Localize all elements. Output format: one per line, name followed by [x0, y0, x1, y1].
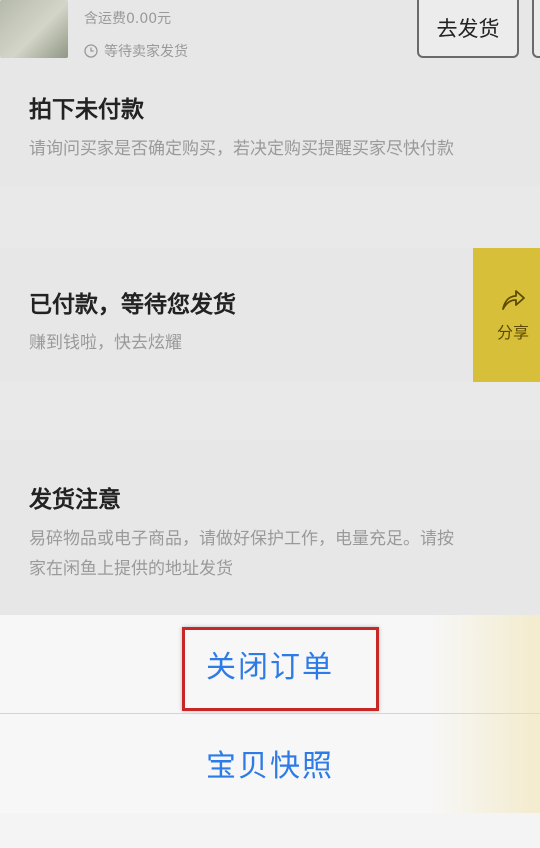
order-status-text: 等待卖家发货	[104, 44, 188, 60]
ship-button[interactable]: 去发货	[417, 0, 519, 58]
item-snapshot-button[interactable]: 宝贝快照	[0, 714, 540, 812]
share-label: 分享	[496, 323, 529, 342]
card-desc-line-1: 易碎物品或电子商品，请做好保护工作，电量充足。请按	[29, 529, 454, 549]
card-desc: 赚到钱啦，快去炫耀	[29, 333, 182, 353]
card-title: 发货注意	[29, 487, 121, 513]
shipping-fee: 含运费0.00元	[84, 11, 172, 27]
paid-card: 已付款，等待您发货 赚到钱啦，快去炫耀 分享	[0, 248, 540, 382]
share-button[interactable]: 分享	[473, 248, 540, 382]
more-button[interactable]	[532, 0, 540, 58]
highlight-box	[182, 627, 379, 711]
card-desc: 请询问买家是否确定购买，若决定购买提醒买家尽快付款	[29, 139, 454, 159]
shipping-notice-card: 发货注意 易碎物品或电子商品，请做好保护工作，电量充足。请按 家在闲鱼上提供的地…	[0, 440, 540, 615]
card-title: 已付款，等待您发货	[29, 292, 236, 318]
card-title: 拍下未付款	[29, 97, 144, 123]
action-sheet: 关闭订单 宝贝快照	[0, 615, 540, 813]
product-thumbnail[interactable]	[0, 0, 68, 58]
share-arrow-icon	[502, 290, 525, 310]
order-summary: 含运费0.00元 等待卖家发货 去发货	[0, 0, 540, 76]
clock-icon	[84, 44, 98, 58]
card-desc-line-2: 家在闲鱼上提供的地址发货	[29, 559, 233, 579]
order-status: 等待卖家发货	[84, 41, 188, 61]
bottom-strip	[0, 813, 540, 848]
unpaid-card: 拍下未付款 请询问买家是否确定购买，若决定购买提醒买家尽快付款	[0, 76, 540, 186]
